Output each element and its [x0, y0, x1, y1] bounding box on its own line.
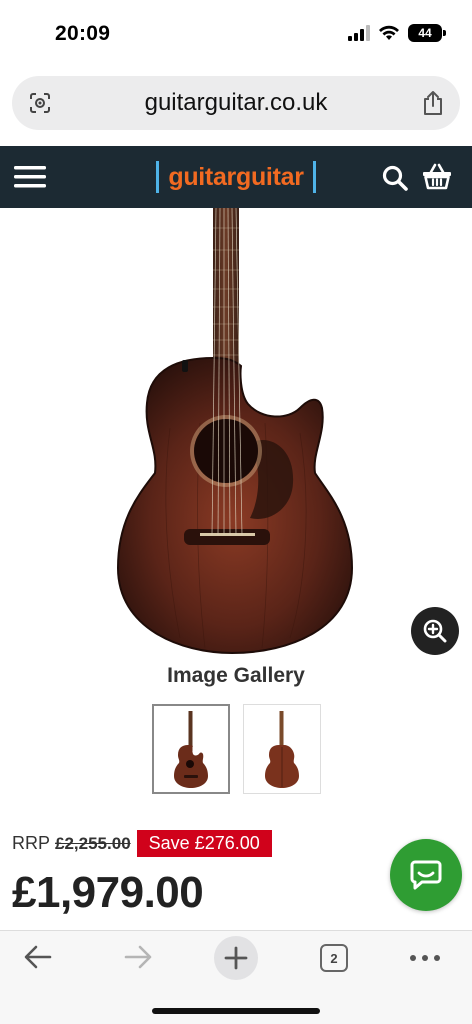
rrp-label: RRP — [12, 833, 51, 853]
url-text[interactable]: guitarguitar.co.uk — [145, 89, 328, 117]
gallery-thumbnail-1[interactable] — [152, 704, 230, 794]
forward-arrow-icon[interactable] — [122, 943, 154, 976]
zoom-button[interactable] — [411, 607, 459, 655]
signal-icon — [348, 25, 370, 41]
new-tab-button[interactable] — [214, 936, 258, 980]
site-header: guitarguitar — [0, 146, 472, 208]
search-icon[interactable] — [381, 164, 409, 197]
page-settings-icon[interactable] — [28, 91, 52, 120]
logo-text: guitarguitar — [168, 162, 304, 191]
status-bar: 20:09 44 — [0, 0, 472, 66]
status-time: 20:09 — [55, 22, 111, 45]
gallery-thumbnail-2[interactable] — [243, 704, 321, 794]
battery-indicator: 44 — [408, 24, 446, 42]
guitar-back-thumbnail — [265, 711, 299, 788]
basket-icon[interactable] — [422, 162, 452, 195]
hamburger-menu-icon[interactable] — [14, 165, 46, 189]
plus-icon — [224, 946, 248, 970]
status-icons: 44 — [348, 24, 446, 42]
product-image[interactable] — [100, 207, 370, 658]
back-arrow-icon[interactable] — [22, 943, 54, 976]
rrp-value: £2,255.00 — [55, 833, 131, 853]
guitar-front-thumbnail — [174, 711, 208, 788]
chat-icon — [410, 860, 442, 890]
rrp-line: RRP £2,255.00 Save £276.00 — [12, 830, 272, 857]
address-bar[interactable]: guitarguitar.co.uk — [12, 76, 460, 130]
share-icon[interactable] — [422, 90, 444, 121]
chat-button[interactable] — [390, 839, 462, 911]
logo-bar-right — [312, 161, 316, 193]
save-badge: Save £276.00 — [136, 830, 272, 857]
site-logo[interactable]: guitarguitar — [148, 160, 324, 194]
more-options-icon[interactable] — [409, 949, 441, 967]
product-price: £1,979.00 — [12, 868, 204, 917]
home-indicator — [152, 1008, 320, 1014]
wifi-icon — [379, 25, 399, 40]
zoom-in-icon — [423, 619, 447, 643]
gallery-title: Image Gallery — [167, 664, 305, 687]
tab-switcher-button[interactable]: 2 — [320, 944, 348, 972]
page: 20:09 44 guitarguitar.co.uk guitarguitar… — [0, 0, 472, 1024]
